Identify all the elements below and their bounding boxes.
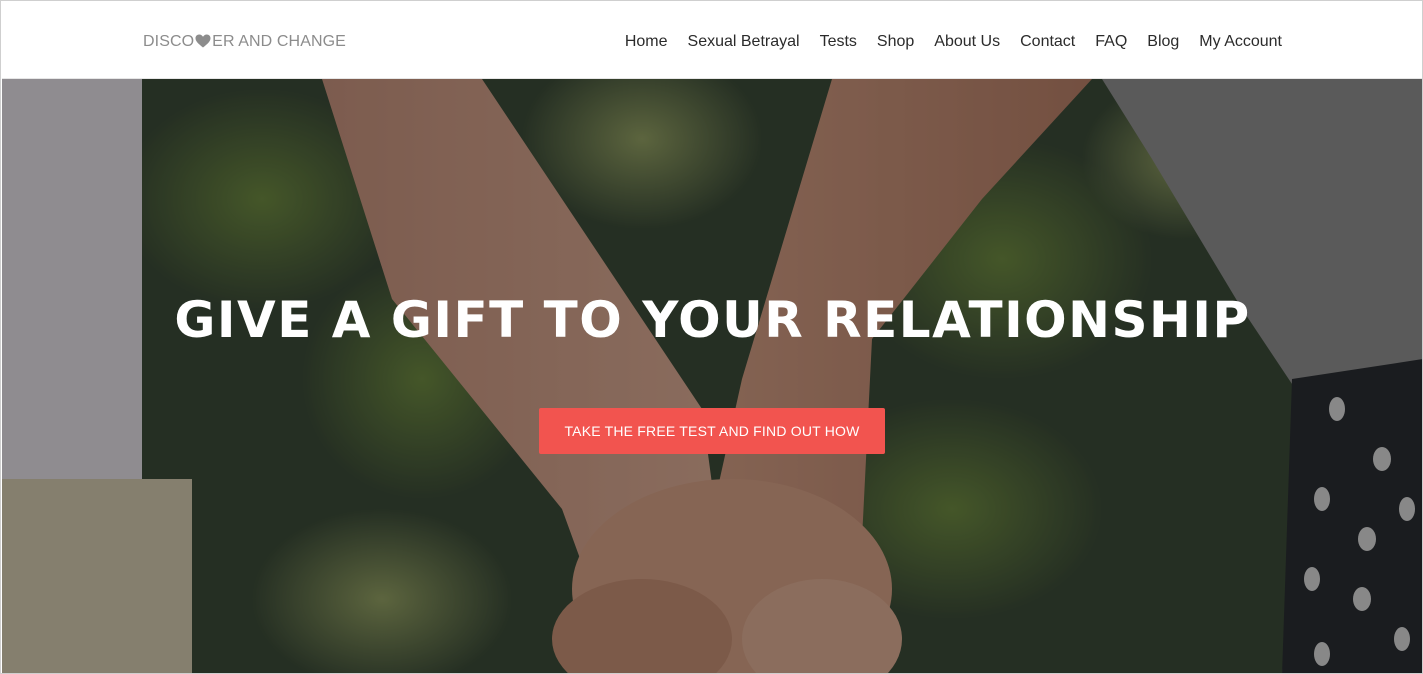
nav-item-about-us[interactable]: About Us [924, 30, 1010, 54]
hero-section: GIVE A GIFT TO YOUR RELATIONSHIP TAKE TH… [2, 79, 1422, 673]
heart-icon [195, 34, 211, 47]
nav-item-contact[interactable]: Contact [1010, 30, 1085, 54]
nav-item-home[interactable]: Home [615, 30, 678, 54]
main-nav: Home Sexual Betrayal Tests Shop About Us… [615, 30, 1282, 54]
nav-item-sexual-betrayal[interactable]: Sexual Betrayal [678, 30, 810, 54]
logo-text-end: ER AND CHANGE [212, 33, 346, 50]
nav-item-tests[interactable]: Tests [810, 30, 867, 54]
browser-viewport: DISCO ER AND CHANGE Home Sexual Betrayal… [0, 0, 1423, 674]
site-header: DISCO ER AND CHANGE Home Sexual Betrayal… [2, 2, 1422, 79]
site-logo[interactable]: DISCO ER AND CHANGE [143, 32, 346, 52]
nav-item-shop[interactable]: Shop [867, 30, 924, 54]
nav-item-faq[interactable]: FAQ [1085, 30, 1137, 54]
nav-item-my-account[interactable]: My Account [1189, 30, 1282, 54]
nav-item-blog[interactable]: Blog [1137, 30, 1189, 54]
hero-headline: GIVE A GIFT TO YOUR RELATIONSHIP [174, 291, 1251, 349]
hero-dark-overlay [2, 79, 1422, 673]
logo-text-start: DISCO [143, 33, 195, 50]
take-free-test-button[interactable]: TAKE THE FREE TEST AND FIND OUT HOW [539, 408, 885, 454]
